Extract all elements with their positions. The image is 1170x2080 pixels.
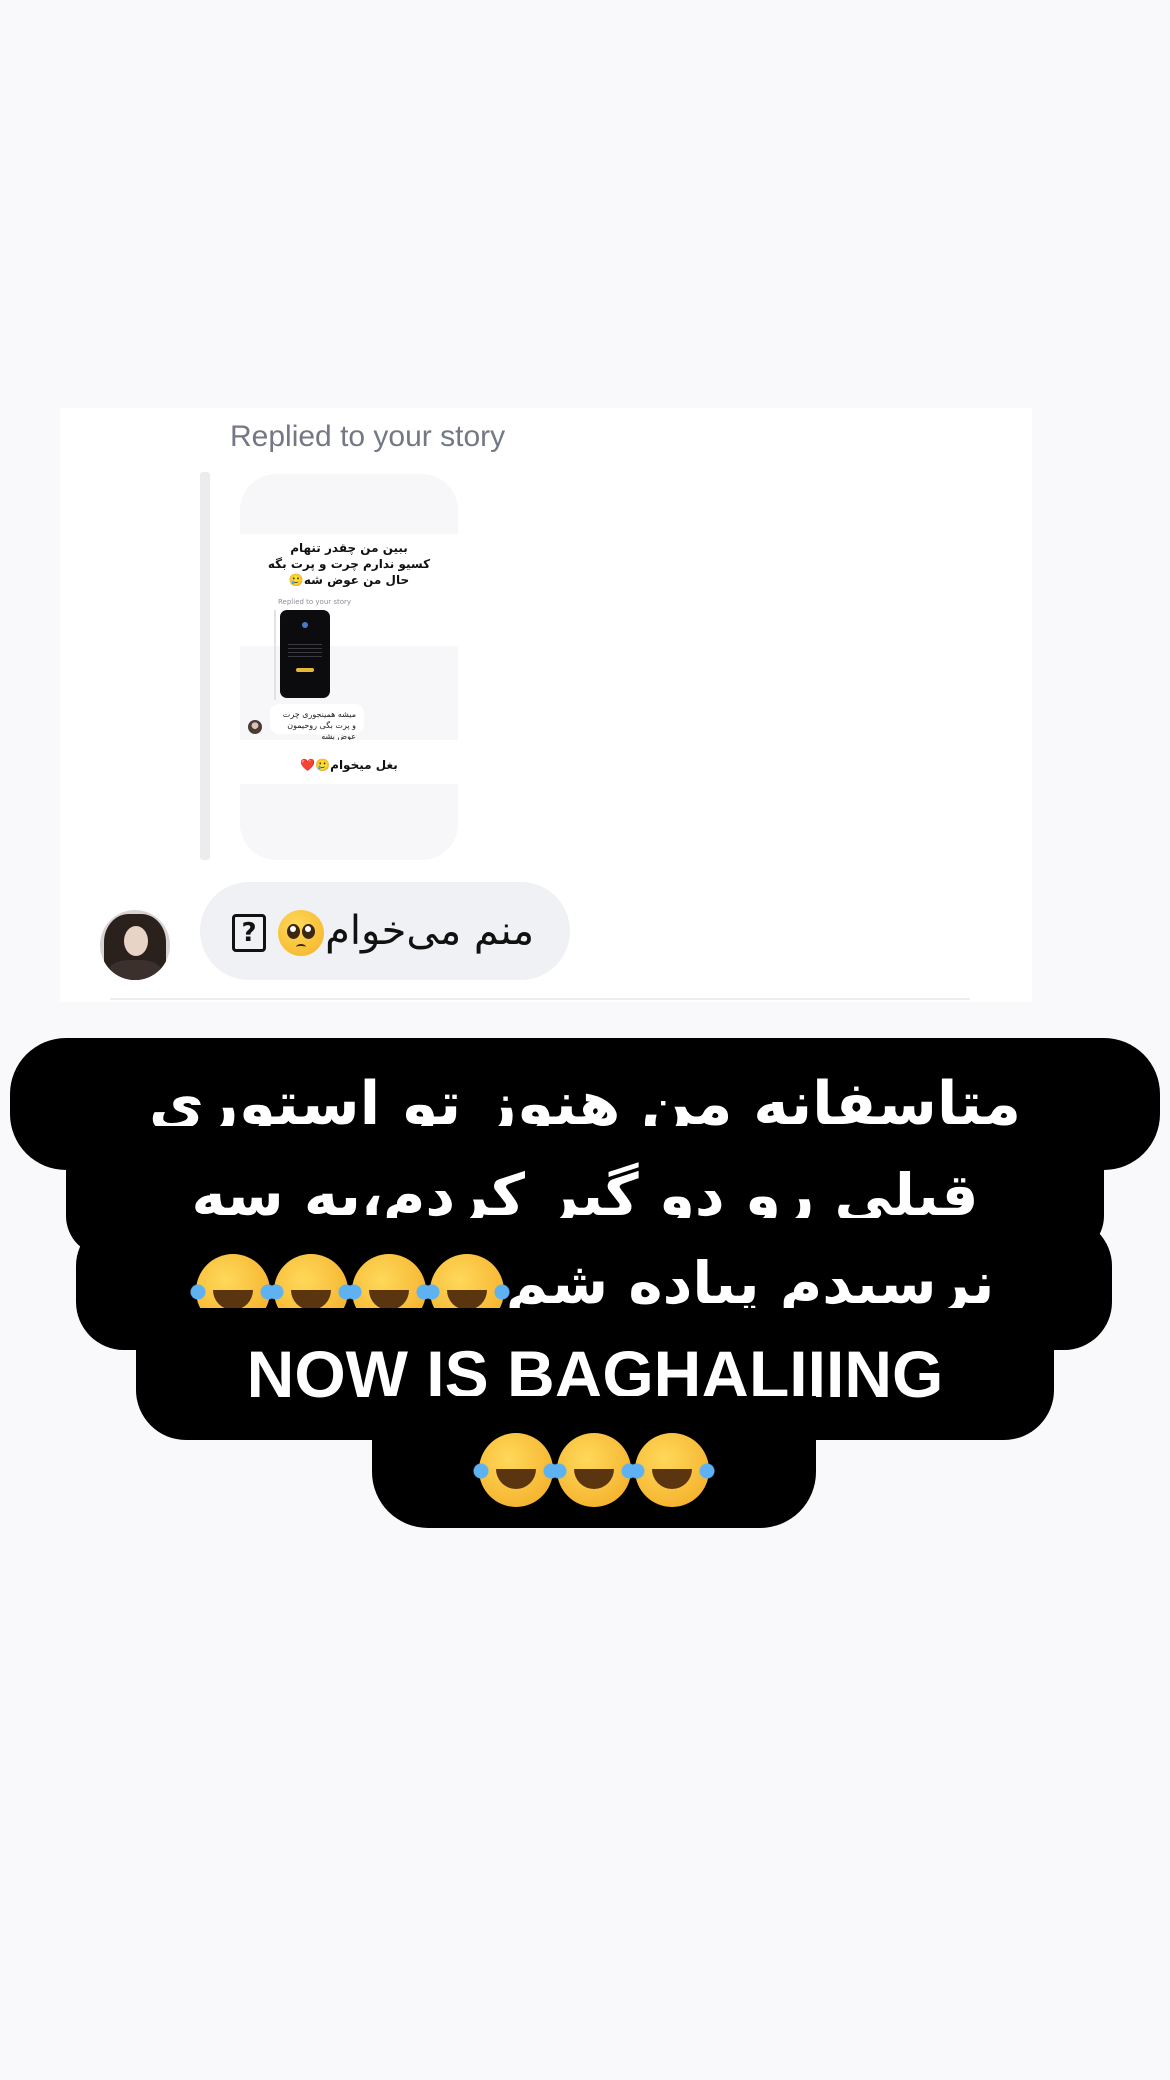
user-avatar[interactable]: [100, 910, 170, 980]
story-mini-reply-bubble: میشه همینجوری چرت و پرت بگی روحیمون عوض …: [270, 704, 364, 741]
laugh-emoji-row-2: [473, 1400, 715, 1532]
story-thumbnail[interactable]: ببین من چقدر تنهام کسیو ندارم چرت و پرت …: [240, 474, 458, 860]
story-thumbnail-text: ببین من چقدر تنهام کسیو ندارم چرت و پرت …: [267, 541, 431, 587]
reply-message-bubble[interactable]: ? منم می‌خوام: [200, 882, 570, 980]
face-with-tears-of-joy-icon: [473, 1432, 559, 1507]
face-with-tears-of-joy-icon: [629, 1432, 715, 1507]
pleading-face-emoji-icon: [278, 910, 324, 956]
story-bottom-text: بغل میخوام🥲❤️: [300, 758, 398, 772]
reply-quote-bar: [200, 472, 210, 860]
reply-message-text: منم می‌خوام: [325, 908, 534, 954]
unknown-character-box-icon: ?: [232, 914, 266, 952]
caption-line-5: [372, 1396, 816, 1528]
face-with-tears-of-joy-icon: [551, 1432, 637, 1507]
story-nested-replied-label: Replied to your story: [278, 598, 352, 606]
story-mini-avatar: [248, 720, 262, 734]
replied-to-story-label: Replied to your story: [230, 420, 506, 453]
story-nested-phone-thumbnail: [280, 610, 330, 698]
card-divider: [110, 998, 970, 1000]
